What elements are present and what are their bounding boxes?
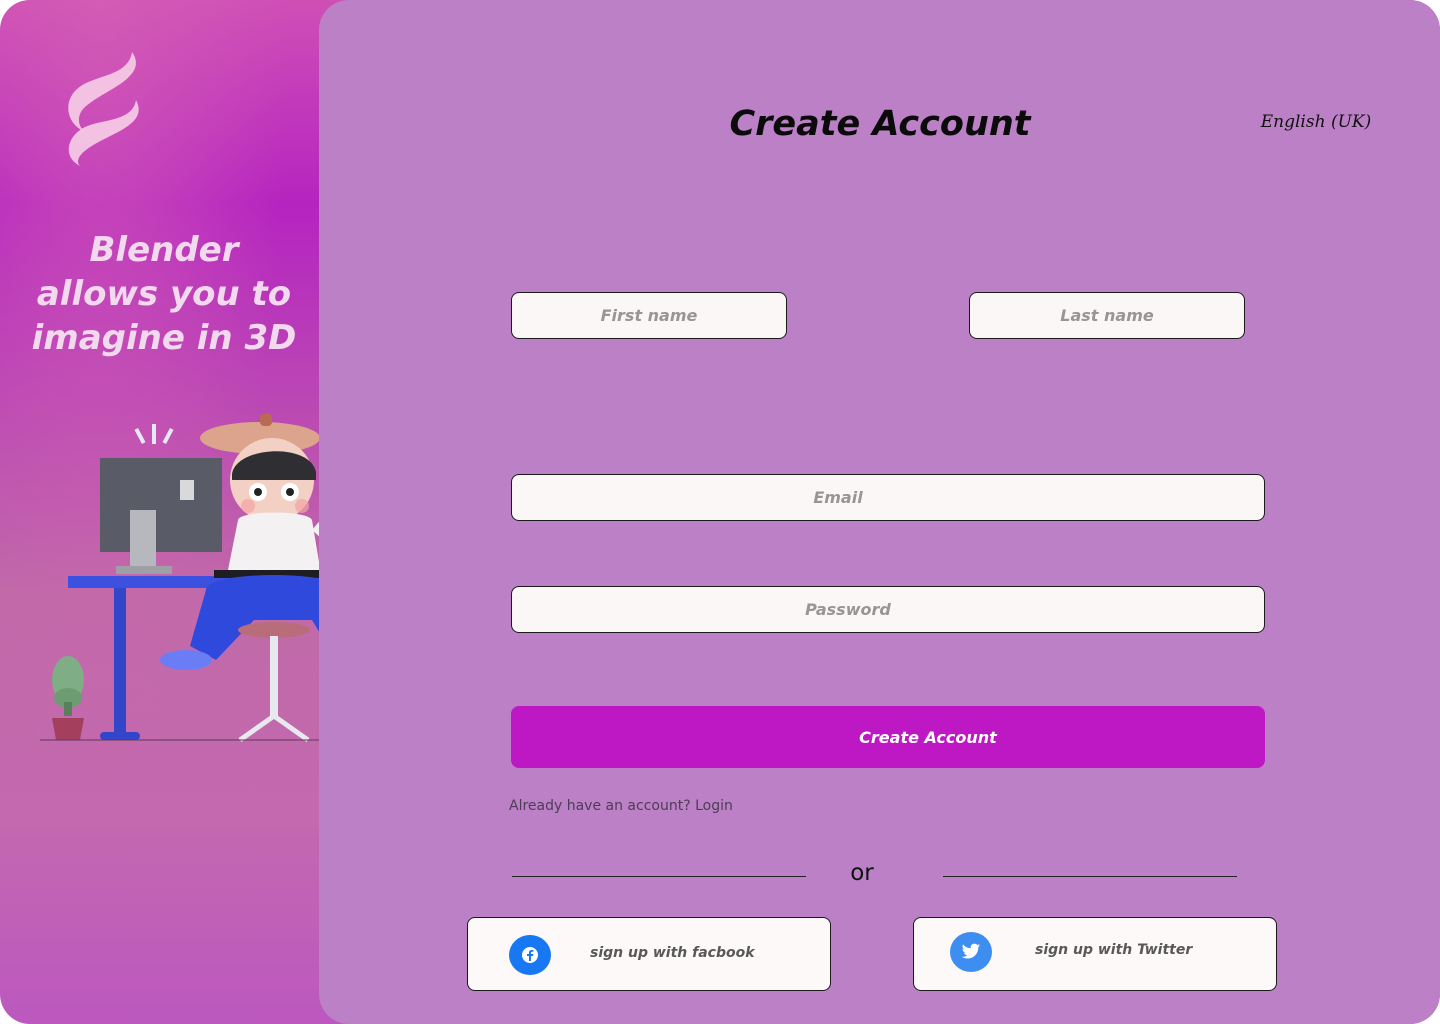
facebook-signup-label: sign up with facbook	[590, 945, 755, 961]
divider-line-left	[512, 876, 806, 877]
twitter-signup-button[interactable]: sign up with Twitter	[913, 917, 1277, 991]
password-field[interactable]	[511, 586, 1265, 633]
password-input[interactable]	[512, 587, 1264, 632]
sidebar-tagline: Blender allows you to imagine in 3D	[31, 230, 297, 358]
login-prompt: Already have an account? Login	[509, 798, 733, 814]
login-link[interactable]: Login	[695, 798, 733, 814]
last-name-field[interactable]	[969, 292, 1245, 339]
divider-line-right	[943, 876, 1237, 877]
wave-logo-icon	[68, 52, 139, 166]
facebook-signup-button[interactable]: sign up with facbook	[467, 917, 831, 991]
email-field[interactable]	[511, 474, 1265, 521]
divider-or-label: or	[850, 860, 874, 886]
app-frame: Blender allows you to imagine in 3D Crea…	[0, 0, 1440, 1024]
first-name-field[interactable]	[511, 292, 787, 339]
email-input[interactable]	[512, 475, 1264, 520]
last-name-input[interactable]	[970, 293, 1244, 338]
first-name-input[interactable]	[512, 293, 786, 338]
twitter-icon	[950, 932, 992, 972]
login-prompt-text: Already have an account?	[509, 798, 691, 814]
page-title: Create Account	[729, 104, 1031, 144]
twitter-signup-label: sign up with Twitter	[1035, 942, 1193, 958]
facebook-icon	[509, 935, 551, 975]
create-account-button[interactable]: Create Account	[511, 706, 1265, 768]
language-selector[interactable]: English (UK)	[1246, 112, 1386, 132]
